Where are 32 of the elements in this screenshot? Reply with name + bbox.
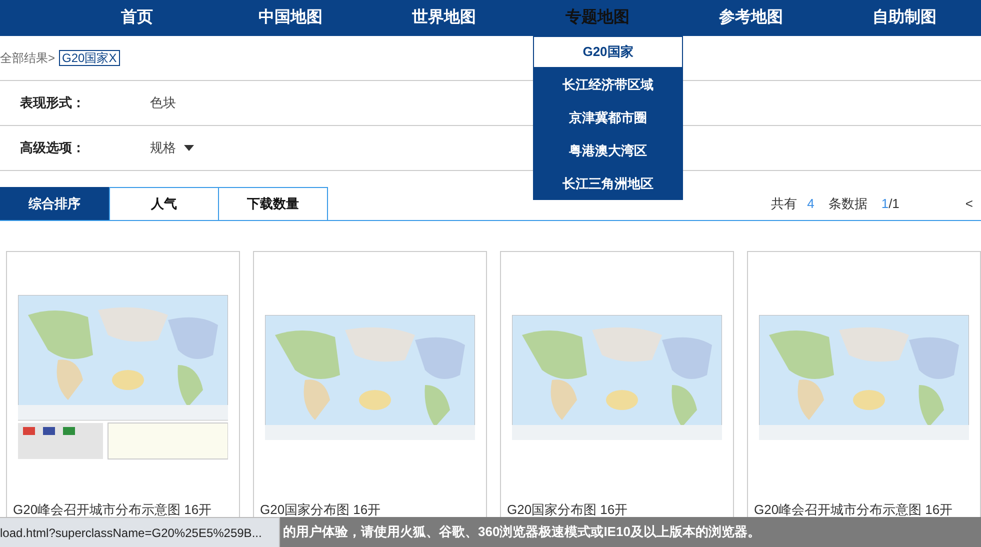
total-label: 条数据: [828, 194, 868, 213]
card-title[interactable]: G20国家分布图 16开: [260, 503, 381, 517]
card-title[interactable]: G20峰会召开城市分布示意图 16开: [754, 503, 953, 517]
nav-tab[interactable]: 自助制图: [828, 0, 981, 36]
filter-label: 高级选项：: [19, 139, 86, 158]
filter-option[interactable]: 色块: [150, 93, 176, 113]
filter-tag[interactable]: G20国家X: [59, 50, 120, 66]
previous-page-button[interactable]: <: [965, 194, 973, 214]
caret-icon: [184, 145, 194, 151]
sort-tab[interactable]: 综合排序: [0, 187, 110, 220]
sort-tab[interactable]: 人气: [110, 187, 219, 220]
browser-notice: 的用户体验，请使用火狐、谷歌、360浏览器极速模式或IE10及以上版本的浏览器。: [283, 523, 760, 542]
nav-tab[interactable]: 首页: [60, 0, 214, 36]
page-total: /1: [888, 194, 900, 213]
dropdown-item[interactable]: 京津冀都市圈: [533, 101, 683, 134]
dropdown-item[interactable]: 长江经济带区域: [533, 68, 683, 101]
dropdown-item[interactable]: G20国家: [533, 36, 683, 68]
dropdown-item[interactable]: 长江三角洲地区: [533, 167, 683, 200]
nav-tab[interactable]: 中国地图: [214, 0, 367, 36]
nav-tab[interactable]: 世界地图: [367, 0, 520, 36]
filter-dropdown[interactable]: 规格: [150, 138, 194, 158]
status-url: load.html?superclassName=G20%25E5%259B...: [0, 517, 280, 547]
card-title[interactable]: G20峰会召开城市分布示意图 16开: [13, 503, 212, 517]
total-label: 共有: [771, 194, 798, 213]
dropdown-item[interactable]: 粤港澳大湾区: [533, 134, 683, 167]
sort-tab[interactable]: 下载数量: [219, 187, 328, 220]
breadcrumb-link[interactable]: 全部结果>: [0, 49, 56, 67]
nav-tab[interactable]: 参考地图: [674, 0, 828, 36]
total-count: 4: [807, 194, 814, 213]
card-title[interactable]: G20国家分布图 16开: [507, 503, 628, 517]
page-number: 1: [881, 194, 889, 213]
filter-label: 表现形式：: [19, 94, 86, 112]
